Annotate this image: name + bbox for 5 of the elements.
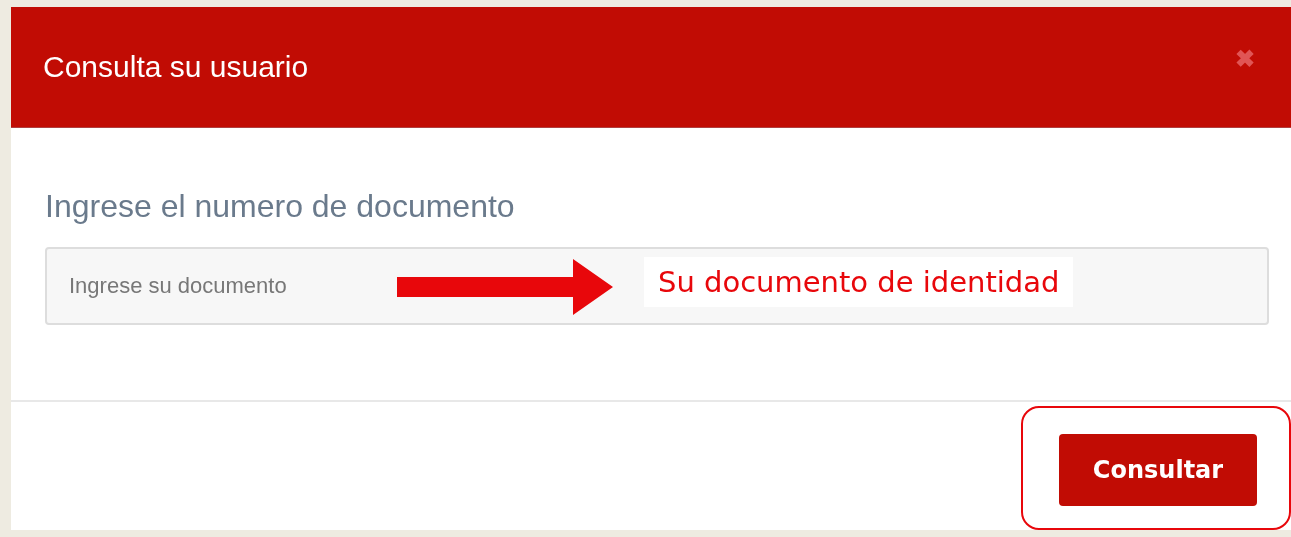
- field-label: Ingrese el numero de documento: [45, 188, 516, 225]
- arrow-icon: [397, 259, 613, 315]
- dialog-title: Consulta su usuario: [43, 50, 309, 84]
- consult-button[interactable]: Consultar: [1059, 434, 1257, 506]
- annotation-text: Su documento de identidad: [644, 257, 1074, 307]
